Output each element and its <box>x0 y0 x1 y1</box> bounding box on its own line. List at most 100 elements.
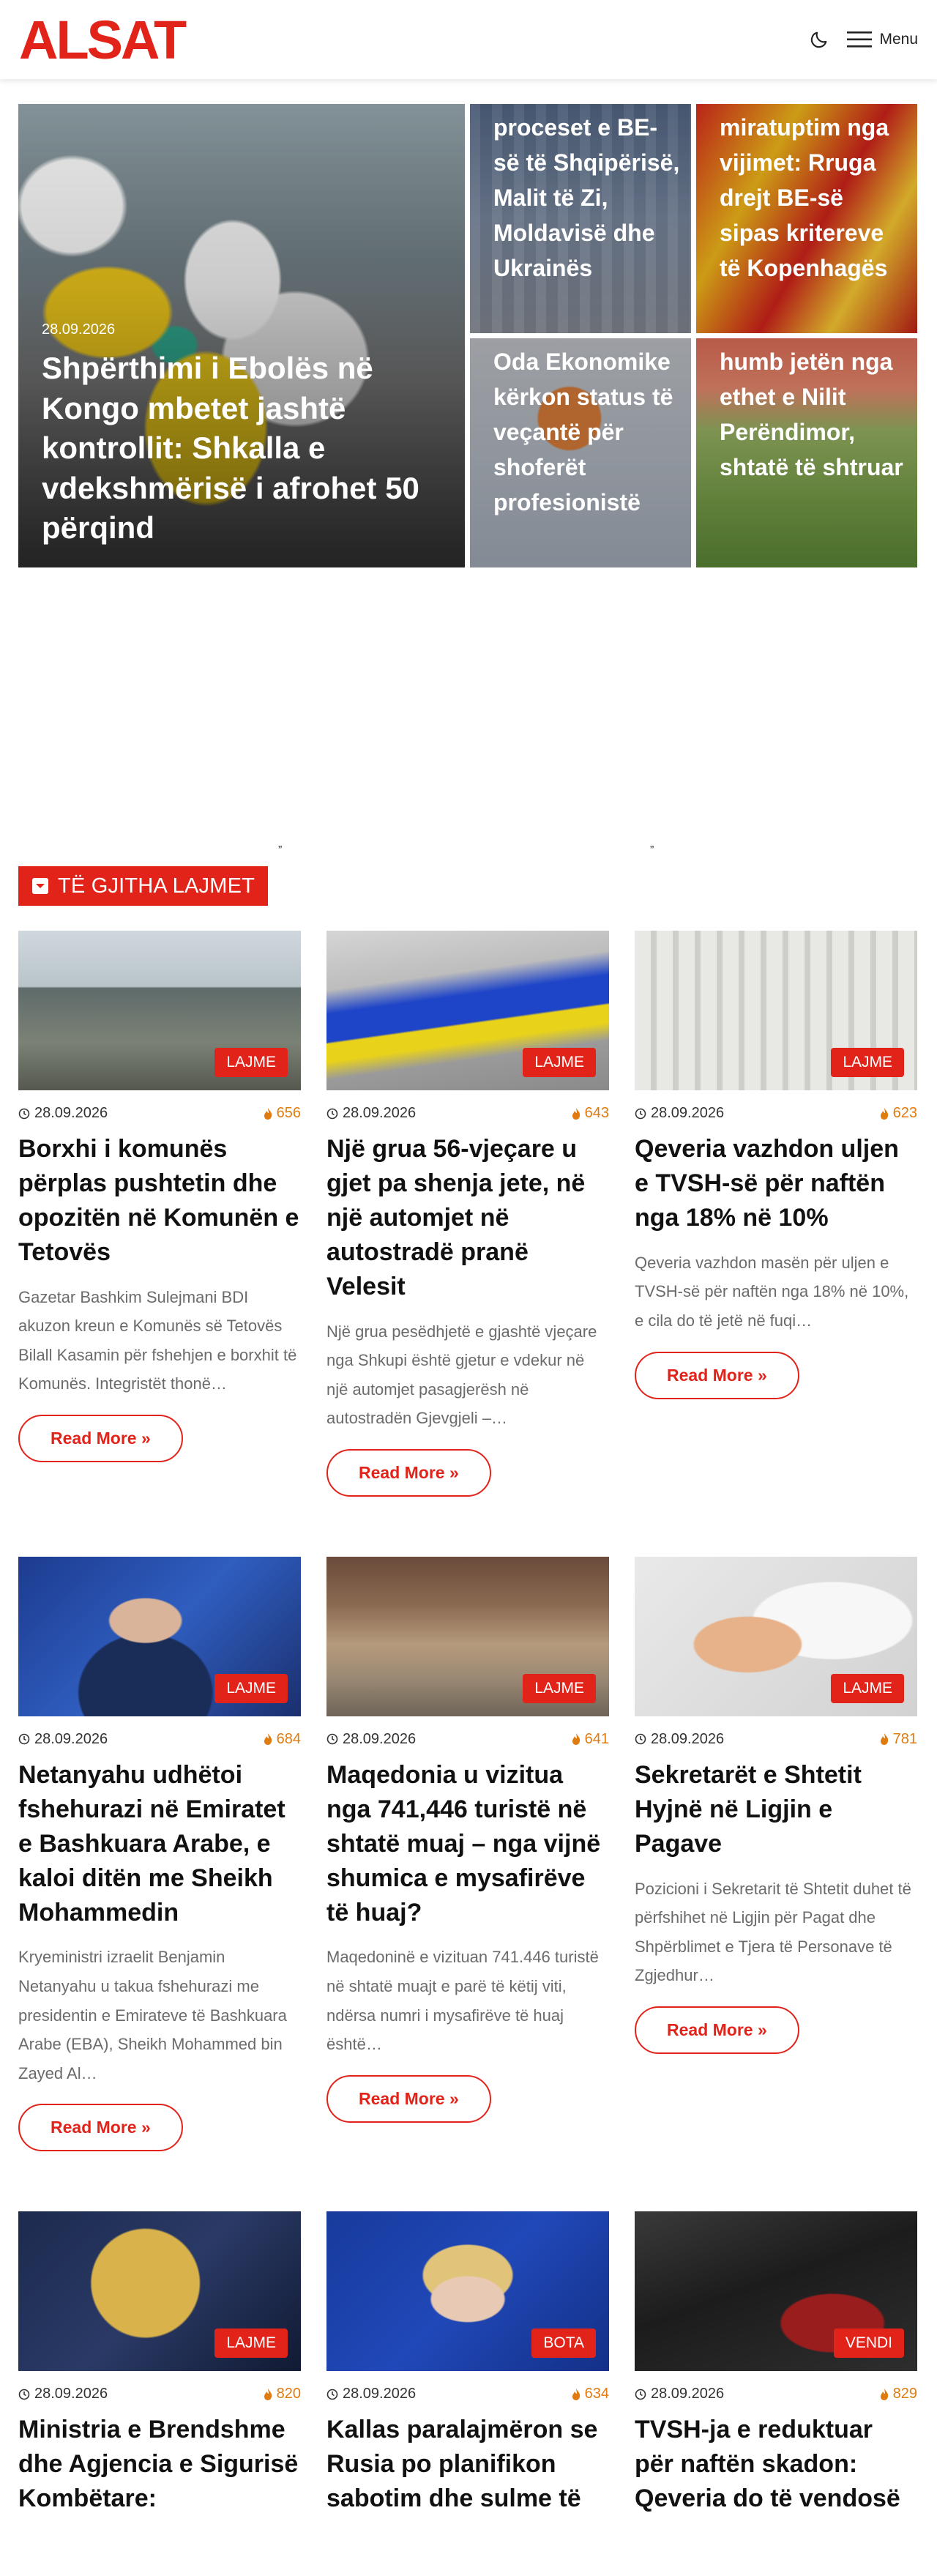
featured-side-article[interactable]: Oda Ekonomike kërkon status të veçantë p… <box>470 338 691 567</box>
featured-grid: 28.09.2026 Shpërthimi i Ebolës në Kongo … <box>18 104 919 567</box>
read-more-button[interactable]: Read More » <box>18 2104 183 2152</box>
article-thumbnail[interactable]: LAJME <box>18 931 301 1090</box>
clock-icon <box>326 1108 338 1119</box>
featured-side-article[interactable]: miratuptim nga vijimet: Rruga drejt BE-s… <box>696 104 917 333</box>
article-title[interactable]: Kallas paralajmëron se Rusia po planifik… <box>326 2413 609 2516</box>
article-thumbnail[interactable]: LAJME <box>18 1556 301 1716</box>
featured-main-article[interactable]: 28.09.2026 Shpërthimi i Ebolës në Kongo … <box>18 104 465 567</box>
article-title[interactable]: Borxhi i komunës përplas pushtetin dhe o… <box>18 1132 301 1270</box>
article-thumbnail[interactable]: LAJME <box>326 1556 609 1716</box>
featured-side-article[interactable]: proceset e BE-së të Shqipërisë, Malit të… <box>470 104 691 333</box>
article-card: LAJME 28.09.2026 643 Një grua 56-vjeçare… <box>326 931 609 1497</box>
article-card: LAJME 28.09.2026 684 Netanyahu udhëtoi f… <box>18 1556 301 2152</box>
clock-icon <box>635 1734 646 1745</box>
article-thumbnail[interactable]: LAJME <box>326 931 609 1090</box>
fire-icon <box>264 2388 272 2400</box>
article-excerpt: Maqedoninë e vizituan 741.446 turistë në… <box>326 1948 599 2054</box>
clock-icon <box>18 2389 30 2400</box>
read-more-button[interactable]: Read More » <box>18 1415 183 1462</box>
article-date: 28.09.2026 <box>343 2386 417 2402</box>
read-more-button[interactable]: Read More » <box>635 2006 799 2054</box>
menu-label: Menu <box>879 31 918 48</box>
view-count: 656 <box>276 1105 301 1121</box>
featured-side-article[interactable]: humb jetën nga ethet e Nilit Perëndimor,… <box>696 338 917 567</box>
article-thumbnail[interactable]: LAJME <box>635 1556 917 1716</box>
article-grid: LAJME 28.09.2026 656 Borxhi i komunës pë… <box>18 931 919 2576</box>
article-title[interactable]: miratuptim nga vijimet: Rruga drejt BE-s… <box>720 110 907 286</box>
section-title-badge[interactable]: TË GJITHA LAJMET <box>18 866 269 906</box>
dark-mode-toggle[interactable] <box>807 28 831 51</box>
article-title[interactable]: Oda Ekonomike kërkon status të veçantë p… <box>493 344 681 520</box>
ad-placeholder: ” ” <box>0 567 937 866</box>
article-title[interactable]: Sekretarët e Shtetit Hyjnë në Ligjin e P… <box>635 1758 917 1861</box>
read-more-button[interactable]: Read More » <box>635 1351 799 1399</box>
article-date: 28.09.2026 <box>34 1105 108 1121</box>
category-tag[interactable]: LAJME <box>214 2329 288 2359</box>
article-excerpt: Pozicioni i Sekretarit të Shtetit duhet … <box>635 1879 911 1985</box>
category-tag[interactable]: LAJME <box>523 1048 596 1077</box>
clock-icon <box>18 1108 30 1119</box>
article-title[interactable]: TVSH-ja e reduktuar për naftën skadon: Q… <box>635 2413 917 2516</box>
article-excerpt: Kryeministri izraelit Benjamin Netanyahu… <box>18 1948 287 2082</box>
fire-icon <box>880 2388 888 2400</box>
quote-mark: ” <box>650 844 654 857</box>
article-date: 28.09.2026 <box>343 1730 417 1747</box>
article-title[interactable]: proceset e BE-së të Shqipërisë, Malit të… <box>493 110 681 286</box>
article-date: 28.09.2026 <box>42 321 116 338</box>
chevron-down-box-icon <box>32 878 48 894</box>
article-card: BOTA 28.09.2026 634 Kallas paralajmëron … <box>326 2211 609 2516</box>
clock-icon <box>326 1734 338 1745</box>
site-logo[interactable]: ALSAT <box>19 16 195 63</box>
article-excerpt: Një grua pesëdhjetë e gjashtë vjeçare ng… <box>326 1322 597 1428</box>
article-thumbnail[interactable]: VENDI <box>635 2211 917 2372</box>
category-tag[interactable]: LAJME <box>831 1673 904 1703</box>
article-card: LAJME 28.09.2026 820 Ministria e Brendsh… <box>18 2211 301 2516</box>
article-title[interactable]: Ministria e Brendshme dhe Agjencia e Sig… <box>18 2413 301 2516</box>
section-title: TË GJITHA LAJMET <box>58 874 255 898</box>
article-card: LAJME 28.09.2026 781 Sekretarët e Shteti… <box>635 1556 917 2152</box>
article-title[interactable]: Shpërthimi i Ebolës në Kongo mbetet jash… <box>42 349 447 548</box>
article-title[interactable]: Netanyahu udhëtoi fshehurazi në Emiratet… <box>18 1758 301 1930</box>
article-date: 28.09.2026 <box>34 2386 108 2402</box>
view-count: 820 <box>276 2386 301 2402</box>
view-count: 684 <box>276 1730 301 1747</box>
article-date: 28.09.2026 <box>651 1730 725 1747</box>
article-title[interactable]: Një grua 56-vjeçare u gjet pa shenja jet… <box>326 1132 609 1304</box>
view-count: 623 <box>892 1105 917 1121</box>
category-tag[interactable]: LAJME <box>523 1673 596 1703</box>
fire-icon <box>572 2388 580 2400</box>
read-more-button[interactable]: Read More » <box>326 2074 491 2123</box>
article-title[interactable]: humb jetën nga ethet e Nilit Perëndimor,… <box>720 344 907 485</box>
clock-icon <box>18 1734 30 1745</box>
category-tag[interactable]: LAJME <box>214 1673 288 1703</box>
fire-icon <box>880 1733 888 1746</box>
fire-icon <box>264 1107 272 1120</box>
category-tag[interactable]: VENDI <box>833 2329 904 2359</box>
quote-mark: ” <box>278 844 283 857</box>
article-thumbnail[interactable]: LAJME <box>18 2211 301 2372</box>
view-count: 634 <box>584 2386 609 2402</box>
site-header: ALSAT Menu <box>0 0 937 79</box>
article-thumbnail[interactable]: LAJME <box>635 931 917 1090</box>
article-date: 28.09.2026 <box>34 1730 108 1747</box>
category-tag[interactable]: LAJME <box>214 1048 288 1077</box>
article-excerpt: Gazetar Bashkim Sulejmani BDI akuzon kre… <box>18 1287 297 1393</box>
article-card: LAJME 28.09.2026 623 Qeveria vazhdon ulj… <box>635 931 917 1497</box>
category-tag[interactable]: BOTA <box>531 2329 596 2359</box>
article-title[interactable]: Maqedonia u vizitua nga 741,446 turistë … <box>326 1758 609 1930</box>
menu-button[interactable]: Menu <box>847 30 918 49</box>
alsat-logo-icon: ALSAT <box>19 16 189 63</box>
section-header: TË GJITHA LAJMET <box>18 866 919 906</box>
article-excerpt: Qeveria vazhdon masën për uljen e TVSH-s… <box>635 1253 909 1330</box>
read-more-button[interactable]: Read More » <box>326 1448 491 1497</box>
category-tag[interactable]: LAJME <box>831 1048 904 1077</box>
article-card: LAJME 28.09.2026 656 Borxhi i komunës pë… <box>18 931 301 1497</box>
clock-icon <box>635 2389 646 2400</box>
fire-icon <box>572 1107 580 1120</box>
moon-icon <box>811 31 827 48</box>
svg-text:ALSAT: ALSAT <box>19 16 187 63</box>
view-count: 781 <box>892 1730 917 1747</box>
view-count: 829 <box>892 2386 917 2402</box>
article-thumbnail[interactable]: BOTA <box>326 2211 609 2372</box>
article-title[interactable]: Qeveria vazhdon uljen e TVSH-së për naft… <box>635 1132 917 1235</box>
